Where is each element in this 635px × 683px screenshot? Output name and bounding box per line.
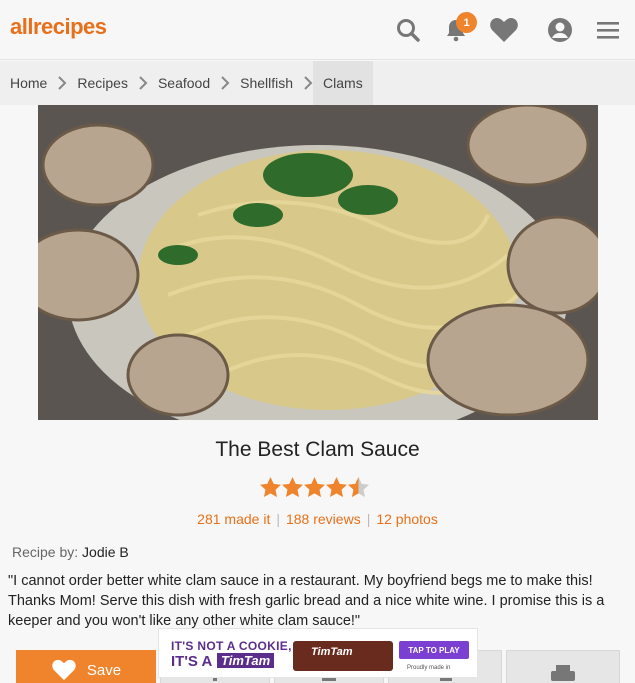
menu-hamburger-icon[interactable] (593, 15, 623, 45)
breadcrumb: Home Recipes Seafood Shellfish Clams (0, 61, 635, 105)
ad-line-1: IT'S NOT A COOKIE, (171, 639, 292, 653)
allrecipes-logo[interactable]: allrecipes (10, 14, 107, 40)
print-button[interactable] (506, 650, 620, 683)
byline-label: Recipe by: (12, 544, 79, 560)
ad-line-2: IT'S A (171, 653, 213, 670)
search-icon[interactable] (393, 15, 423, 45)
advertisement-banner[interactable]: IT'S NOT A COOKIE, IT'S A TimTam TimTam … (158, 628, 478, 678)
profile-avatar-icon[interactable] (545, 15, 575, 45)
notifications-bell-icon[interactable]: 1 (441, 12, 477, 45)
star-icon (260, 477, 281, 497)
save-label: Save (86, 661, 122, 679)
heart-icon (52, 659, 76, 681)
chevron-right-icon (57, 76, 67, 90)
recipe-description: "I cannot order better white clam sauce … (8, 573, 605, 629)
app-header: allrecipes 1 (0, 0, 635, 60)
author-name[interactable]: Jodie B (82, 544, 129, 560)
ad-product-label: TimTam (311, 646, 353, 658)
chevron-right-icon (220, 76, 230, 90)
chevron-right-icon (138, 76, 148, 90)
breadcrumb-clams[interactable]: Clams (313, 61, 373, 105)
star-rating[interactable] (260, 477, 369, 497)
favorites-heart-icon[interactable] (489, 15, 519, 45)
recipe-photo[interactable] (38, 105, 598, 420)
recipe-title: The Best Clam Sauce (215, 438, 420, 461)
chevron-right-icon (303, 76, 313, 90)
breadcrumb-shellfish[interactable]: Shellfish (230, 61, 303, 105)
star-icon (282, 477, 303, 497)
breadcrumb-home[interactable]: Home (0, 61, 57, 105)
made-it-count[interactable]: 281 made it (197, 511, 270, 527)
ad-fineprint: Proudly made in (407, 665, 451, 671)
star-icon (326, 477, 347, 497)
reviews-count[interactable]: 188 reviews (286, 511, 361, 527)
recipe-stats: 281 made it | 188 reviews | 12 photos (197, 511, 438, 527)
breadcrumb-recipes[interactable]: Recipes (67, 61, 138, 105)
save-button[interactable]: Save (16, 650, 156, 683)
half-star-icon (348, 477, 369, 497)
notification-count-badge: 1 (456, 12, 477, 33)
breadcrumb-seafood[interactable]: Seafood (148, 61, 220, 105)
ad-brand-logo: TimTam (217, 653, 275, 668)
ad-tap-to-play-button[interactable]: TAP TO PLAY (399, 641, 469, 659)
printer-icon (551, 665, 575, 681)
recipe-byline: Recipe by: Jodie B (12, 544, 129, 560)
star-icon (304, 477, 325, 497)
photos-count[interactable]: 12 photos (376, 511, 438, 527)
